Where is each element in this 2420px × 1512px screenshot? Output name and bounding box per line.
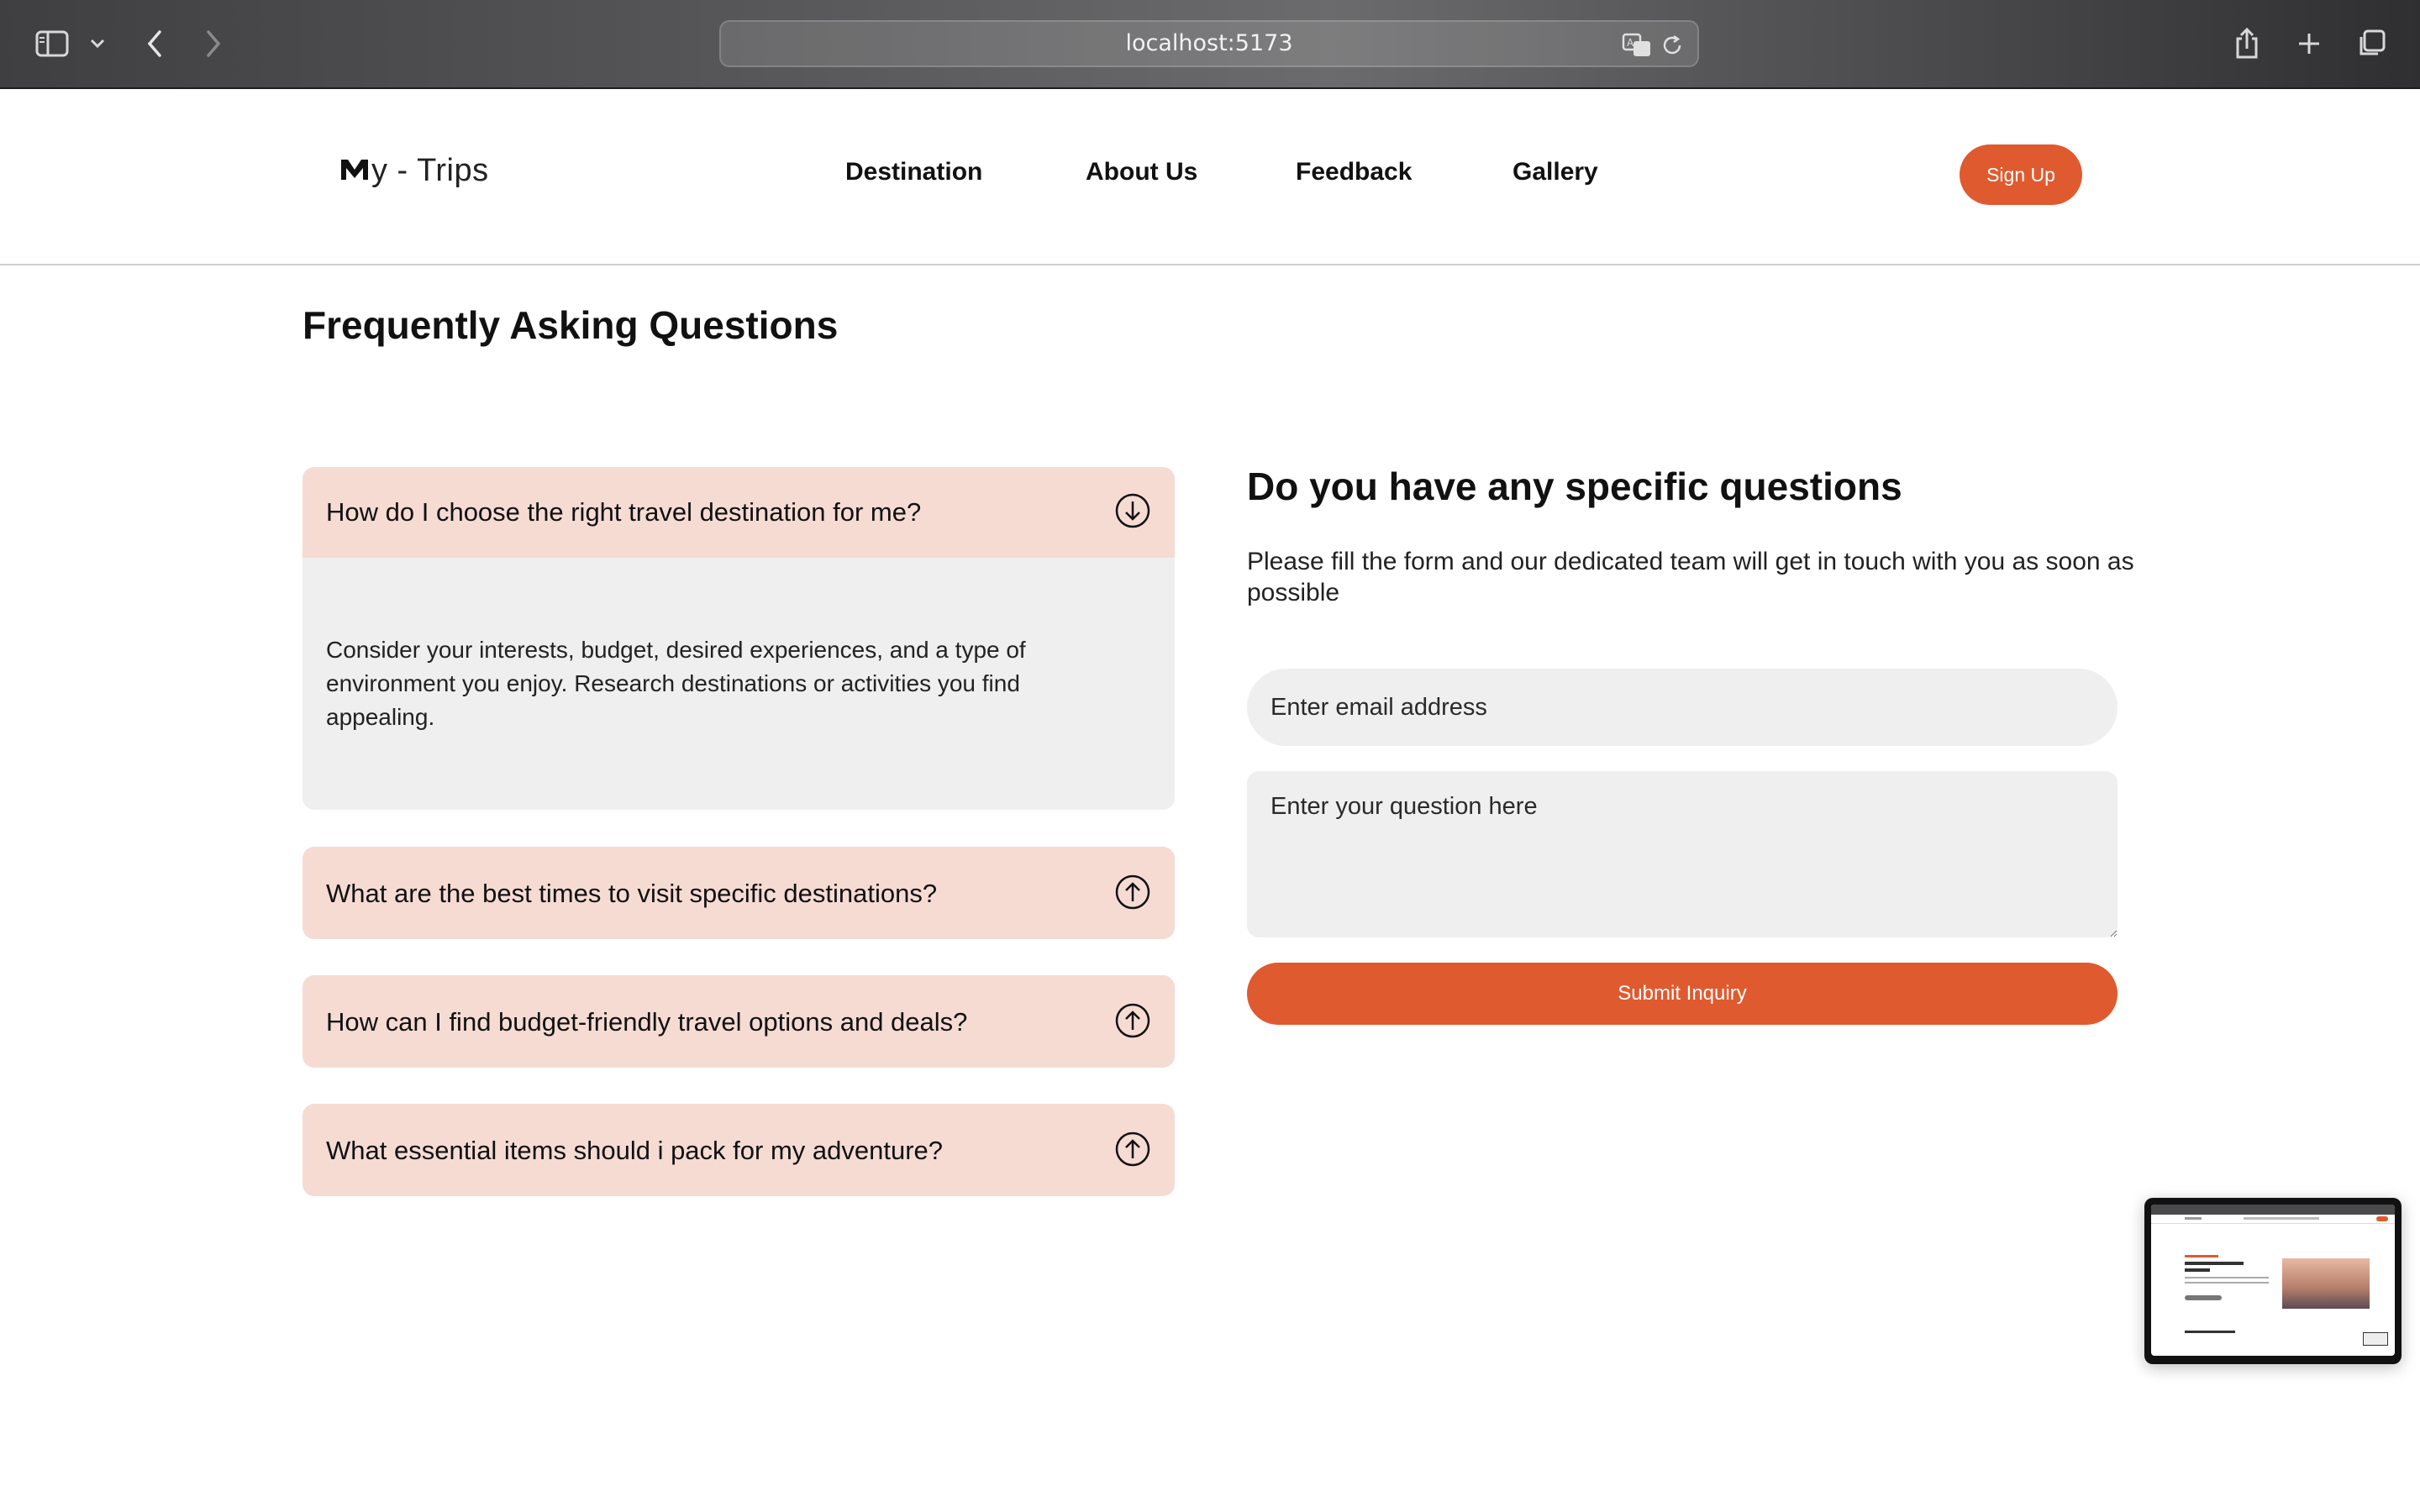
reload-icon[interactable] — [1655, 29, 1689, 62]
arrow-up-circle-icon[interactable] — [1114, 1002, 1151, 1039]
email-field[interactable] — [1247, 669, 2118, 746]
faq-question: How do I choose the right travel destina… — [326, 497, 922, 527]
thumbnail-screen — [2151, 1205, 2395, 1356]
form-title: Do you have any specific questions — [1247, 465, 1902, 508]
screenshot-thumbnail[interactable] — [2144, 1198, 2402, 1364]
logo-m-icon — [339, 156, 370, 186]
nav-about-us[interactable]: About Us — [1086, 158, 1197, 186]
nav-gallery[interactable]: Gallery — [1512, 158, 1598, 186]
arrow-up-circle-icon[interactable] — [1114, 1131, 1151, 1168]
chevron-down-icon[interactable] — [77, 24, 118, 64]
faq-item[interactable]: How do I choose the right travel destina… — [302, 467, 1175, 559]
translate-icon[interactable]: A — [1620, 29, 1654, 62]
faq-answer-panel: Consider your interests, budget, desired… — [302, 558, 1175, 810]
logo[interactable]: y - Trips — [339, 153, 489, 189]
form-description: Please fill the form and our dedicated t… — [1247, 548, 2134, 606]
browser-toolbar: localhost:5173 A — [0, 0, 2420, 89]
arrow-down-circle-icon[interactable] — [1114, 492, 1151, 529]
nav-destination[interactable]: Destination — [845, 158, 982, 186]
faq-question: What essential items should i pack for m… — [326, 1136, 944, 1165]
faq-item[interactable]: How can I find budget-friendly travel op… — [302, 975, 1175, 1068]
nav-feedback[interactable]: Feedback — [1296, 158, 1412, 186]
forward-icon[interactable] — [193, 24, 234, 64]
faq-item[interactable]: What are the best times to visit specifi… — [302, 847, 1175, 939]
arrow-up-circle-icon[interactable] — [1114, 874, 1151, 911]
back-icon[interactable] — [134, 24, 175, 64]
new-tab-icon[interactable] — [2289, 24, 2329, 64]
logo-text: y - Trips — [371, 153, 489, 188]
tabs-overview-icon[interactable] — [2351, 24, 2391, 64]
svg-text:A: A — [1627, 37, 1634, 49]
site-header: y - Trips Destination About Us Feedback … — [0, 89, 2420, 265]
share-icon[interactable] — [2227, 24, 2267, 64]
address-bar[interactable]: localhost:5173 A — [719, 20, 1699, 67]
faq-answer: Consider your interests, budget, desired… — [326, 637, 1026, 730]
faq-title: Frequently Asking Questions — [302, 303, 839, 347]
faq-item[interactable]: What essential items should i pack for m… — [302, 1104, 1175, 1196]
signup-button[interactable]: Sign Up — [1960, 144, 2082, 205]
faq-question: What are the best times to visit specifi… — [326, 879, 938, 908]
submit-inquiry-button[interactable]: Submit Inquiry — [1247, 963, 2118, 1025]
url-text: localhost:5173 — [1125, 30, 1293, 56]
question-field[interactable] — [1247, 771, 2118, 937]
faq-question: How can I find budget-friendly travel op… — [326, 1007, 968, 1037]
sidebar-icon[interactable] — [32, 24, 72, 64]
